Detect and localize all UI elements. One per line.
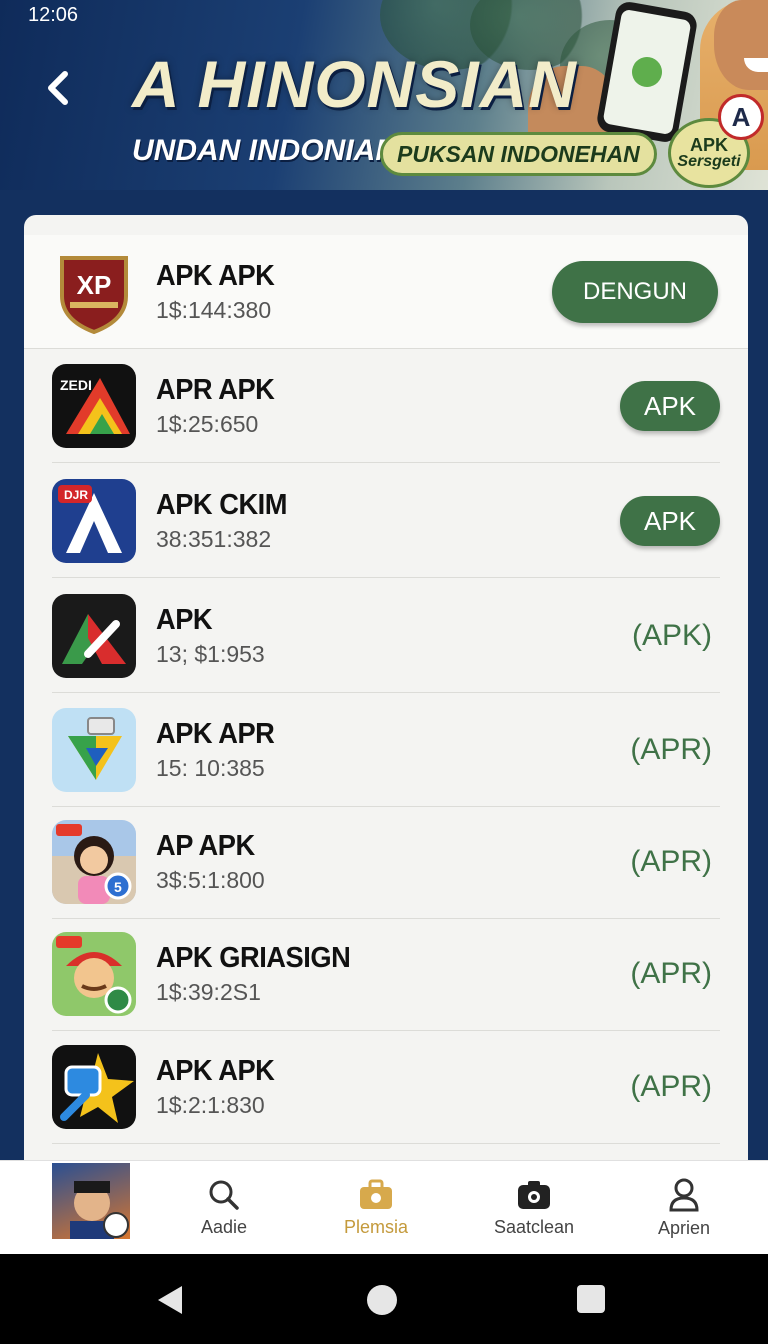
nav-item-aprien[interactable]: Aprien xyxy=(614,1161,754,1255)
install-button[interactable]: APK xyxy=(620,496,720,546)
camera-icon xyxy=(518,1180,550,1209)
nav-item-plemsia[interactable]: Plemsia xyxy=(306,1161,446,1255)
nav-label: Plemsia xyxy=(343,1216,409,1237)
briefcase-icon xyxy=(360,1179,392,1209)
app-name: APK APK xyxy=(156,1055,275,1087)
square-recents-icon xyxy=(577,1285,605,1313)
install-link[interactable]: (APK) xyxy=(632,619,712,653)
cartoon-girl-icon: 5 xyxy=(52,820,136,904)
app-meta: 1$:25:650 xyxy=(156,411,259,437)
app-meta: 13; $1:953 xyxy=(156,641,265,667)
nav-label: Aadie xyxy=(200,1216,248,1237)
chat-heart-icon xyxy=(629,54,665,90)
list-item[interactable]: XP APK APK 1$:144:380 DENGUN xyxy=(24,235,748,349)
header-banner: 12:06 A HINONSIAN UNDAN INDONIAN PUKSAN … xyxy=(0,0,768,190)
circle-home-icon xyxy=(367,1285,397,1315)
app-name: APK APR xyxy=(156,718,275,750)
banner-title: A HINONSIAN xyxy=(132,47,577,121)
svg-text:ZEDI: ZEDI xyxy=(60,377,92,393)
system-back-button[interactable] xyxy=(156,1284,184,1321)
star-logo-icon xyxy=(52,1045,136,1129)
svg-text:XP: XP xyxy=(77,270,112,300)
badge-line1: APK xyxy=(689,135,728,155)
app-name: AP APK xyxy=(156,830,255,862)
banner-subtitle: UNDAN INDONIAN xyxy=(132,134,397,167)
app-name: APK CKIM xyxy=(156,489,288,521)
app-meta: 1$:144:380 xyxy=(156,297,272,323)
search-icon xyxy=(209,1180,239,1210)
app-name: APK GRIASIGN xyxy=(156,942,351,974)
app-meta: 1$:2:1:830 xyxy=(156,1092,265,1118)
nav-label: Saatclean xyxy=(493,1216,575,1237)
banner-pill: PUKSAN INDONEHAN xyxy=(380,132,657,176)
list-item[interactable]: APK GRIASIGN 1$:39:2S1 (APR) xyxy=(52,917,720,1031)
app-meta: 15: 10:385 xyxy=(156,755,265,781)
list-item[interactable]: APK APR 15: 10:385 (APR) xyxy=(52,693,720,807)
install-link[interactable]: (APR) xyxy=(630,845,712,879)
person-icon xyxy=(669,1178,699,1211)
install-link[interactable]: (APR) xyxy=(630,733,712,767)
back-button[interactable] xyxy=(36,66,80,110)
list-item[interactable]: ZEDI APR APK 1$:25:650 APK xyxy=(52,349,720,463)
nav-item-saatclean[interactable]: Saatclean xyxy=(464,1161,604,1255)
brand-a-logo: A xyxy=(718,94,764,140)
app-list-card: XP APK APK 1$:144:380 DENGUN ZEDI APR AP… xyxy=(24,215,748,1175)
app-meta: 3$:5:1:800 xyxy=(156,867,265,893)
play-store-logo-icon xyxy=(52,708,136,792)
app-meta: 38:351:382 xyxy=(156,526,272,552)
status-time: 12:06 xyxy=(28,4,79,26)
app-name: APR APK xyxy=(156,374,275,406)
app-name: APK xyxy=(156,604,213,636)
install-link[interactable]: (APR) xyxy=(630,957,712,991)
bottom-navigation: Aadie Plemsia Saatclean Aprien xyxy=(0,1160,768,1254)
system-home-button[interactable] xyxy=(366,1284,398,1321)
list-item[interactable]: APK APK 1$:2:1:830 (APR) xyxy=(52,1030,720,1144)
app-meta: 1$:39:2S1 xyxy=(156,979,261,1005)
letter-a-logo-icon: DJR xyxy=(52,479,136,563)
red-green-a-logo-icon xyxy=(52,594,136,678)
list-item[interactable]: DJR APK CKIM 38:351:382 APK xyxy=(52,464,720,578)
back-arrow-icon xyxy=(48,71,68,105)
triangle-logo-icon: ZEDI xyxy=(52,364,136,448)
svg-text:DJR: DJR xyxy=(64,488,88,502)
system-navigation-bar xyxy=(0,1254,768,1344)
install-link[interactable]: (APR) xyxy=(630,1070,712,1104)
shield-logo-icon: XP xyxy=(52,250,136,334)
cartoon-boy-icon xyxy=(52,932,136,1016)
list-item[interactable]: 5 AP APK 3$:5:1:800 (APR) xyxy=(52,805,720,919)
primary-action-button[interactable]: DENGUN xyxy=(552,261,718,323)
badge-line2: Sersgeti xyxy=(677,153,741,170)
list-item[interactable]: APK 13; $1:953 (APK) xyxy=(52,579,720,693)
triangle-back-icon xyxy=(158,1286,182,1314)
svg-text:5: 5 xyxy=(114,879,122,895)
system-recents-button[interactable] xyxy=(576,1284,606,1319)
profile-thumbnail[interactable] xyxy=(52,1163,130,1239)
app-name: APK APK xyxy=(156,260,275,292)
nav-label: Aprien xyxy=(657,1217,711,1238)
install-button[interactable]: APK xyxy=(620,381,720,431)
nav-item-aadie[interactable]: Aadie xyxy=(154,1161,294,1255)
